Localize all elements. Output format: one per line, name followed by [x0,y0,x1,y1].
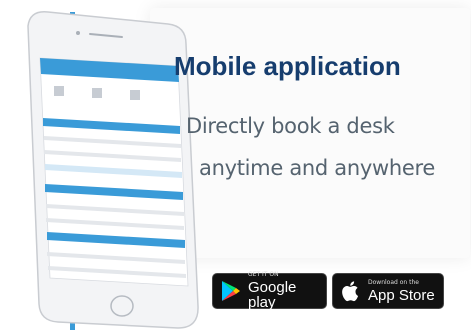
tagline-line-1: Directly book a desk [186,114,395,138]
promo-stage: Mobile application Directly book a desk … [0,0,471,334]
google-play-badge[interactable]: GET IT ON Google play [212,271,327,311]
page-title: Mobile application [174,51,401,81]
google-badge-small-text: GET IT ON [248,271,279,278]
app-store-badge[interactable]: Download on the App Store [332,273,444,309]
google-play-icon [222,281,240,301]
apple-icon [342,281,359,302]
google-badge-label: Google play [248,279,297,311]
apple-badge-small-text: Download on the [368,278,419,286]
apple-badge-label: App Store [368,286,435,304]
tagline-line-2: anytime and anywhere [199,156,436,180]
